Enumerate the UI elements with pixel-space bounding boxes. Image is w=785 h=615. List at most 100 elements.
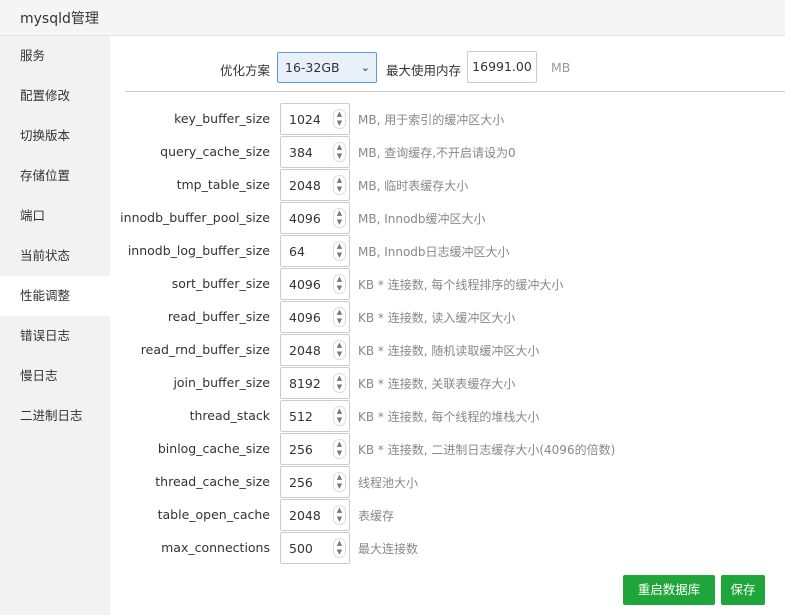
sidebar-item[interactable]: 当前状态	[0, 236, 110, 276]
param-value: 500	[289, 541, 313, 556]
param-number-input[interactable]: 256 ▲ ▼	[280, 433, 350, 465]
param-number-input[interactable]: 4096 ▲ ▼	[280, 268, 350, 300]
param-description: 表缓存	[358, 509, 395, 523]
spinner-icon[interactable]: ▲ ▼	[333, 472, 346, 492]
param-number-input[interactable]: 2048 ▲ ▼	[280, 334, 350, 366]
save-button[interactable]: 保存	[721, 575, 765, 605]
sidebar-item[interactable]: 二进制日志	[0, 396, 110, 436]
param-number-input[interactable]: 256 ▲ ▼	[280, 466, 350, 498]
divider	[125, 91, 785, 92]
spinner-icon[interactable]: ▲ ▼	[333, 505, 346, 525]
param-number-input[interactable]: 1024 ▲ ▼	[280, 103, 350, 135]
param-number-input[interactable]: 500 ▲ ▼	[280, 532, 350, 564]
param-row: thread_stack 512 ▲ ▼ KB * 连接数, 每个线程的堆栈大小	[110, 400, 785, 433]
sidebar-item[interactable]: 配置修改	[0, 76, 110, 116]
param-label: tmp_table_size	[176, 177, 270, 192]
param-description: MB, Innodb日志缓冲区大小	[358, 245, 510, 259]
param-row: query_cache_size 384 ▲ ▼ MB, 查询缓存,不开启请设为0	[110, 136, 785, 169]
sidebar-item[interactable]: 错误日志	[0, 316, 110, 356]
restart-db-button[interactable]: 重启数据库	[623, 575, 715, 605]
sidebar-item[interactable]: 性能调整	[0, 276, 110, 316]
param-description: MB, 用于索引的缓冲区大小	[358, 113, 505, 127]
spinner-icon[interactable]: ▲ ▼	[333, 373, 346, 393]
sidebar: 服务 配置修改 切换版本 存储位置 端口 当前状态 性能调整 错误日志 慢日志 二进制日志	[0, 36, 110, 615]
param-description: MB, Innodb缓冲区大小	[358, 212, 486, 226]
param-description: KB * 连接数, 二进制日志缓存大小(4096的倍数)	[358, 443, 616, 457]
sidebar-item[interactable]: 慢日志	[0, 356, 110, 396]
param-label: thread_stack	[189, 408, 270, 423]
param-value: 2048	[289, 178, 321, 193]
param-number-input[interactable]: 8192 ▲ ▼	[280, 367, 350, 399]
spinner-icon[interactable]: ▲ ▼	[333, 208, 346, 228]
param-number-input[interactable]: 2048 ▲ ▼	[280, 499, 350, 531]
spinner-icon[interactable]: ▲ ▼	[333, 274, 346, 294]
param-value: 8192	[289, 376, 321, 391]
param-row: key_buffer_size 1024 ▲ ▼ MB, 用于索引的缓冲区大小	[110, 103, 785, 136]
spinner-icon[interactable]: ▲ ▼	[333, 142, 346, 162]
spinner-icon[interactable]: ▲ ▼	[333, 406, 346, 426]
param-label: read_rnd_buffer_size	[140, 342, 270, 357]
param-description: KB * 连接数, 读入缓冲区大小	[358, 311, 516, 325]
param-label: query_cache_size	[160, 144, 270, 159]
param-row: read_rnd_buffer_size 2048 ▲ ▼ KB * 连接数, 随机读取…	[110, 334, 785, 367]
param-description: KB * 连接数, 每个线程排序的缓冲大小	[358, 278, 564, 292]
param-row: join_buffer_size 8192 ▲ ▼ KB * 连接数, 关联表缓存大小	[110, 367, 785, 400]
sidebar-item[interactable]: 服务	[0, 36, 110, 76]
param-row: max_connections 500 ▲ ▼ 最大连接数	[110, 532, 785, 565]
param-label: thread_cache_size	[155, 474, 270, 489]
spinner-icon[interactable]: ▲ ▼	[333, 439, 346, 459]
sidebar-item[interactable]: 存储位置	[0, 156, 110, 196]
param-value: 4096	[289, 310, 321, 325]
plan-select[interactable]: 16-32GB ⌄	[277, 52, 377, 83]
param-value: 1024	[289, 112, 321, 127]
spinner-icon[interactable]: ▲ ▼	[333, 538, 346, 558]
spinner-icon[interactable]: ▲ ▼	[333, 307, 346, 327]
param-number-input[interactable]: 64 ▲ ▼	[280, 235, 350, 267]
chevron-down-icon: ⌄	[360, 61, 370, 74]
plan-label: 优化方案	[220, 63, 271, 78]
max-memory-label: 最大使用内存	[386, 63, 462, 78]
param-number-input[interactable]: 2048 ▲ ▼	[280, 169, 350, 201]
param-label: max_connections	[161, 540, 270, 555]
param-number-input[interactable]: 384 ▲ ▼	[280, 136, 350, 168]
max-memory-input[interactable]: 16991.00	[467, 51, 537, 83]
param-label: innodb_buffer_pool_size	[120, 210, 270, 225]
param-number-input[interactable]: 4096 ▲ ▼	[280, 202, 350, 234]
param-value: 64	[289, 244, 305, 259]
param-number-input[interactable]: 512 ▲ ▼	[280, 400, 350, 432]
param-description: MB, 临时表缓存大小	[358, 179, 469, 193]
param-value: 256	[289, 442, 313, 457]
sidebar-item[interactable]: 端口	[0, 196, 110, 236]
param-description: 线程池大小	[358, 476, 419, 490]
param-row: innodb_log_buffer_size 64 ▲ ▼ MB, Innodb日志缓冲…	[110, 235, 785, 268]
spinner-icon[interactable]: ▲ ▼	[333, 109, 346, 129]
param-row: sort_buffer_size 4096 ▲ ▼ KB * 连接数, 每个线程排序的缓…	[110, 268, 785, 301]
plan-select-value: 16-32GB	[285, 60, 340, 75]
param-description: KB * 连接数, 关联表缓存大小	[358, 377, 516, 391]
param-row: table_open_cache 2048 ▲ ▼ 表缓存	[110, 499, 785, 532]
param-row: tmp_table_size 2048 ▲ ▼ MB, 临时表缓存大小	[110, 169, 785, 202]
param-number-input[interactable]: 4096 ▲ ▼	[280, 301, 350, 333]
param-description: 最大连接数	[358, 542, 419, 556]
param-label: sort_buffer_size	[171, 276, 270, 291]
param-value: 2048	[289, 343, 321, 358]
param-description: KB * 连接数, 随机读取缓冲区大小	[358, 344, 540, 358]
spinner-icon[interactable]: ▲ ▼	[333, 175, 346, 195]
param-value: 384	[289, 145, 313, 160]
param-row: read_buffer_size 4096 ▲ ▼ KB * 连接数, 读入缓冲区大小	[110, 301, 785, 334]
param-description: MB, 查询缓存,不开启请设为0	[358, 146, 516, 160]
param-label: binlog_cache_size	[157, 441, 270, 456]
param-label: join_buffer_size	[173, 375, 270, 390]
main-panel: 优化方案 16-32GB ⌄ 最大使用内存 16991.00 MB key_bu…	[110, 36, 785, 615]
param-description: KB * 连接数, 每个线程的堆栈大小	[358, 410, 540, 424]
param-row: binlog_cache_size 256 ▲ ▼ KB * 连接数, 二进制日志缓存大…	[110, 433, 785, 466]
param-row: innodb_buffer_pool_size 4096 ▲ ▼ MB, Innodb缓…	[110, 202, 785, 235]
window-title: mysqld管理	[20, 11, 99, 27]
spinner-icon[interactable]: ▲ ▼	[333, 241, 346, 261]
spinner-icon[interactable]: ▲ ▼	[333, 340, 346, 360]
param-value: 4096	[289, 211, 321, 226]
param-value: 2048	[289, 508, 321, 523]
param-value: 512	[289, 409, 313, 424]
sidebar-item[interactable]: 切换版本	[0, 116, 110, 156]
param-label: innodb_log_buffer_size	[127, 243, 270, 258]
